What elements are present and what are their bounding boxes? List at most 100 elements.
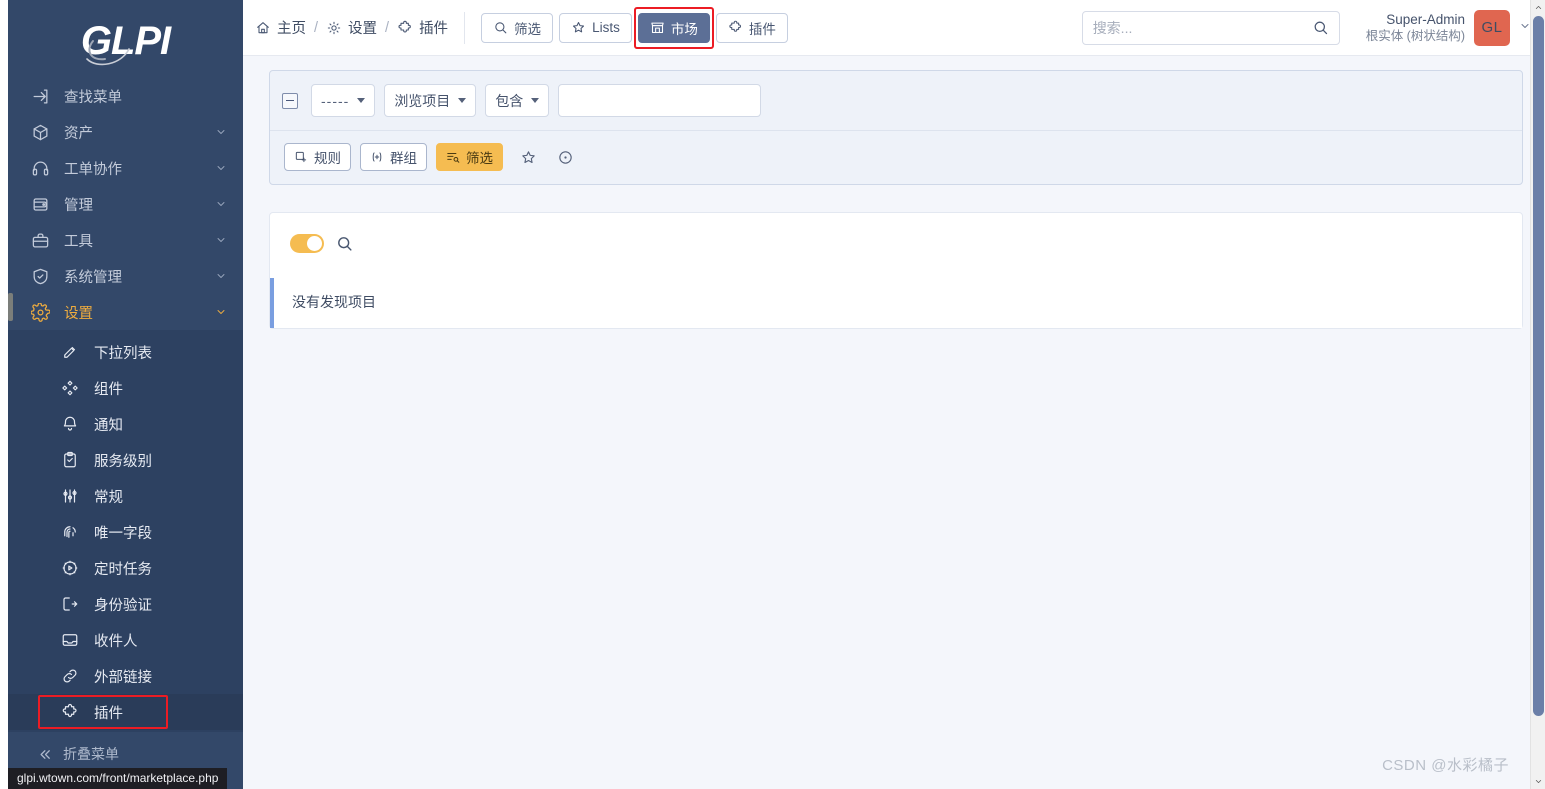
sidebar-subitem-authentication[interactable]: 身份验证	[8, 586, 243, 622]
chevron-down-icon	[215, 198, 227, 210]
reset-circle-icon[interactable]	[553, 145, 577, 169]
sidebar: GLPI 查找菜单 资产 工单协作 管理 工具 系统管理 设置 下拉列表 组件 …	[8, 0, 243, 789]
fingerprint-icon	[60, 522, 80, 542]
clipboard-icon	[60, 450, 80, 470]
sidebar-subitem-plugins[interactable]: 插件	[8, 694, 243, 730]
chevron-down-icon	[357, 98, 366, 103]
page-scrollbar-thumb[interactable]	[1533, 16, 1544, 716]
sidebar-subitem-general[interactable]: 常规	[8, 478, 243, 514]
sidebar-collapse-button[interactable]: 折叠菜单	[8, 732, 243, 764]
add-rule-label: 规则	[314, 151, 341, 166]
sidebar-subitem-label: 收件人	[94, 633, 138, 650]
sidebar-item-label: 设置	[64, 305, 93, 322]
global-search-box[interactable]	[1081, 10, 1340, 45]
components-icon	[60, 378, 80, 398]
sliders-icon	[60, 486, 80, 506]
plugins-button-label: 插件	[748, 21, 776, 37]
glpi-logo-wrap[interactable]: GLPI	[8, 0, 243, 78]
sidebar-subitem-automatic-actions[interactable]: 定时任务	[8, 550, 243, 586]
bell-icon	[60, 414, 80, 434]
operator-select-value: 包含	[495, 92, 524, 109]
sidebar-subitem-label: 组件	[94, 381, 123, 398]
sidebar-item-label: 管理	[64, 197, 93, 214]
gear-play-icon	[60, 558, 80, 578]
inbox-icon	[60, 630, 80, 650]
sidebar-subitem-components[interactable]: 组件	[8, 370, 243, 406]
field-select-value: 浏览项目	[394, 92, 451, 109]
shield-check-icon	[30, 266, 50, 286]
view-mode-toggle[interactable]	[290, 233, 324, 253]
scroll-up-arrow[interactable]	[1531, 0, 1545, 15]
breadcrumb-item-setup[interactable]: 设置	[326, 17, 377, 38]
lists-button[interactable]: Lists	[559, 12, 632, 43]
apply-filter-button[interactable]: 筛选	[436, 143, 503, 171]
user-entity: 根实体 (树状结构)	[1365, 29, 1465, 44]
briefcase-icon	[30, 230, 50, 250]
search-icon[interactable]	[335, 234, 354, 253]
user-menu[interactable]: Super-Admin 根实体 (树状结构) GL	[1366, 9, 1531, 46]
breadcrumb-item-home[interactable]: 主页	[255, 17, 306, 38]
minus-square-icon[interactable]	[282, 92, 298, 109]
field-select[interactable]: 浏览项目	[384, 84, 477, 117]
sidebar-subitem-label: 外部链接	[94, 669, 152, 686]
content-area: ----- 浏览项目 包含 规则 群组 筛选 没有发现项目	[243, 56, 1545, 789]
filter-value-input[interactable]	[558, 84, 762, 117]
gear-icon	[30, 302, 50, 322]
marketplace-button-label: 市场	[670, 21, 698, 37]
logic-select[interactable]: -----	[311, 84, 376, 117]
sidebar-item-tools[interactable]: 工具	[8, 222, 243, 258]
sidebar-submenu-setup: 下拉列表 组件 通知 服务级别 常规 唯一字段 定时任务 身份验证 收件人 外部…	[8, 330, 243, 732]
sidebar-item-assistance[interactable]: 工单协作	[8, 150, 243, 186]
sidebar-collapse-label: 折叠菜单	[63, 746, 119, 762]
add-group-button[interactable]: 群组	[360, 143, 427, 171]
headset-icon	[30, 158, 50, 178]
sidebar-item-search-menu[interactable]: 查找菜单	[8, 78, 243, 114]
sidebar-subitem-external-links[interactable]: 外部链接	[8, 658, 243, 694]
breadcrumb: 主页 / 设置 / 插件	[255, 17, 448, 38]
sidebar-item-label: 系统管理	[64, 269, 122, 286]
breadcrumb-separator: /	[314, 19, 319, 36]
avatar[interactable]: GL	[1474, 9, 1510, 46]
sidebar-subitem-receivers[interactable]: 收件人	[8, 622, 243, 658]
sidebar-subitem-unicity[interactable]: 唯一字段	[8, 514, 243, 550]
plugins-button[interactable]: 插件	[715, 12, 788, 43]
main-area: 主页 / 设置 / 插件 筛选 Lists 市场 插件 搜索... Super-…	[243, 0, 1545, 789]
sidebar-subitem-label: 通知	[94, 417, 123, 434]
login-icon	[60, 594, 80, 614]
sidebar-subitem-label: 定时任务	[94, 561, 152, 578]
operator-select[interactable]: 包含	[485, 84, 550, 117]
search-icon[interactable]	[1312, 19, 1329, 36]
marketplace-result-card: 没有发现项目	[269, 212, 1523, 329]
sidebar-item-management[interactable]: 管理	[8, 186, 243, 222]
sidebar-subitem-label: 服务级别	[94, 453, 152, 470]
browser-status-url: glpi.wtown.com/front/marketplace.php	[8, 768, 228, 789]
add-rule-button[interactable]: 规则	[284, 143, 351, 171]
search-filter-card: ----- 浏览项目 包含 规则 群组 筛选	[269, 70, 1523, 185]
sidebar-nav-list: 查找菜单 资产 工单协作 管理 工具 系统管理 设置	[8, 78, 243, 330]
sidebar-subitem-label: 唯一字段	[94, 525, 152, 542]
empty-state-message: 没有发现项目	[270, 278, 1522, 328]
sidebar-item-label: 资产	[64, 125, 93, 142]
sidebar-subitem-label: 下拉列表	[94, 345, 152, 362]
sidebar-item-assets[interactable]: 资产	[8, 114, 243, 150]
filter-button-label: 筛选	[514, 21, 542, 37]
marketplace-button[interactable]: 市场	[633, 6, 714, 49]
page-scrollbar[interactable]	[1530, 0, 1545, 789]
topbar-button-group: 筛选 Lists 市场 插件	[481, 6, 788, 49]
glpi-logo[interactable]: GLPI	[80, 19, 171, 66]
breadcrumb-item-plugins[interactable]: 插件	[397, 17, 448, 38]
user-info: Super-Admin 根实体 (树状结构)	[1366, 11, 1465, 45]
filter-button[interactable]: 筛选	[481, 12, 554, 43]
sidebar-subitem-notifications[interactable]: 通知	[8, 406, 243, 442]
lists-button-label: Lists	[592, 20, 620, 35]
sidebar-subitem-service-levels[interactable]: 服务级别	[8, 442, 243, 478]
breadcrumb-label: 插件	[419, 21, 449, 37]
glpi-logo-text: GLPI	[80, 19, 171, 63]
sidebar-subitem-dropdowns[interactable]: 下拉列表	[8, 334, 243, 370]
favorite-star-icon[interactable]	[516, 145, 540, 169]
pencil-square-icon	[60, 342, 80, 362]
sidebar-item-setup[interactable]: 设置	[8, 294, 243, 330]
scroll-down-arrow[interactable]	[1531, 774, 1545, 789]
sidebar-item-administration[interactable]: 系统管理	[8, 258, 243, 294]
search-input[interactable]	[1092, 19, 1312, 36]
